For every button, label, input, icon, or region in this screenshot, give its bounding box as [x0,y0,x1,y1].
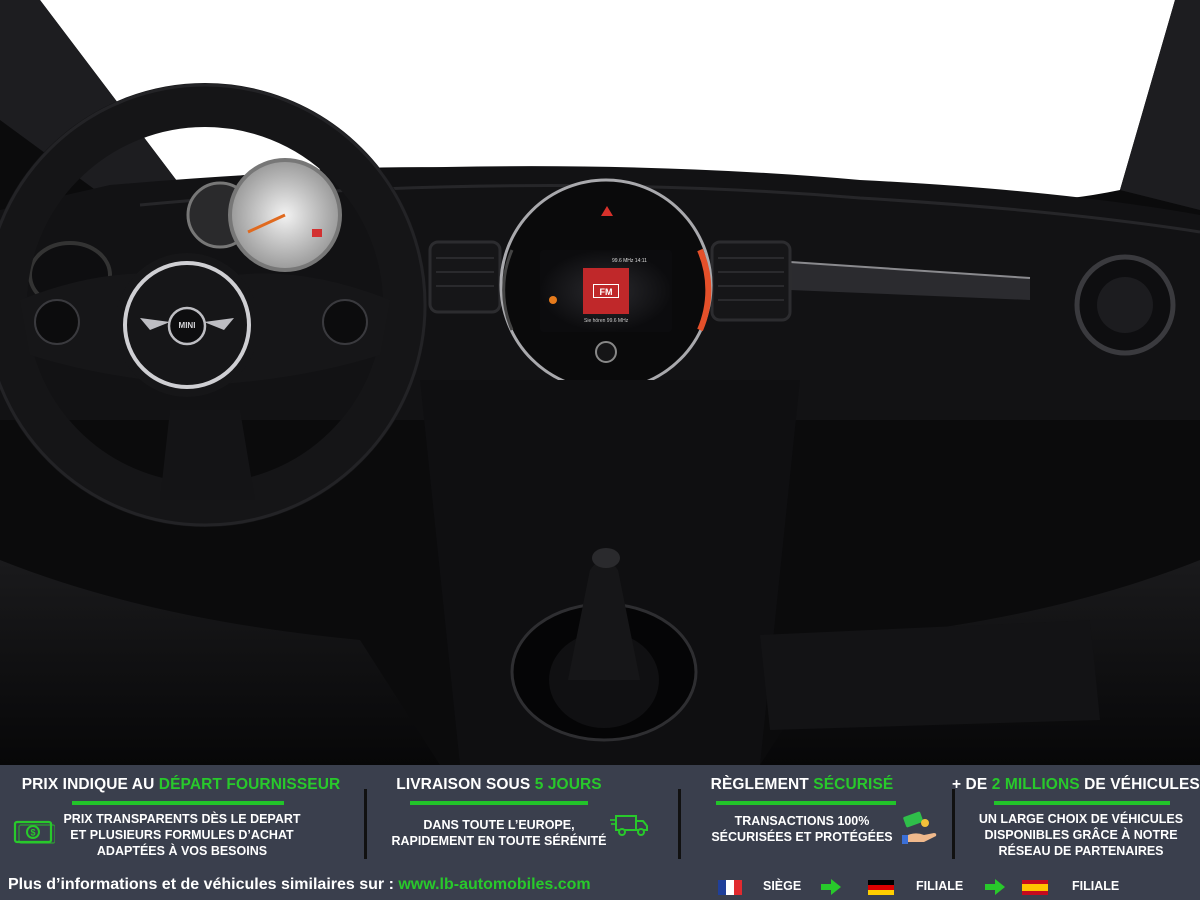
france-flag-icon [718,880,742,895]
spain-flag-icon [1022,880,1048,895]
price-line1: PRIX TRANSPARENTS DÈS LE DEPART [63,812,301,826]
delivery-title-underline [410,801,588,805]
price-title-highlight: DÉPART FOURNISSEUR [158,776,341,793]
hq-label: SIÈGE [763,879,802,893]
dealer-banner: PRIX INDIQUE AU DÉPART FOURNISSEUR $ PRI… [0,765,1200,900]
car-interior-photo: MINI FM 99.6 MHz 14:11 Sie hören 99.6 MH… [0,0,1200,765]
page: MINI FM 99.6 MHz 14:11 Sie hören 99.6 MH… [0,0,1200,900]
vehicles-line1: UN LARGE CHOIX DE VÉHICULES [978,812,1184,826]
banner-col-delivery: LIVRAISON SOUS 5 JOURS DANS TOUTE L’EURO… [368,765,630,869]
vehicles-title-underline [994,801,1170,805]
payment-text: TRANSACTIONS 100% SÉCURISÉES ET PROTÉGÉE… [682,813,922,845]
vehicles-title: + DE 2 MILLIONS DE VÉHICULES [952,776,1200,794]
payment-hand-icon [900,811,940,850]
price-line2: ET PLUSIEURS FORMULES D’ACHAT [70,828,294,842]
delivery-text: DANS TOUTE L’EUROPE, RAPIDEMENT EN TOUTE… [368,817,630,849]
delivery-title-part1: LIVRAISON SOUS [396,776,535,793]
vehicles-text: UN LARGE CHOIX DE VÉHICULES DISPONIBLES … [956,811,1200,859]
vehicles-title-highlight: 2 MILLIONS [991,776,1080,793]
delivery-line1: DANS TOUTE L’EUROPE, [423,818,575,832]
svg-text:$: $ [30,828,35,838]
banner-footer: Plus d’informations et de véhicules simi… [0,869,1200,900]
delivery-line2: RAPIDEMENT EN TOUTE SÉRÉNITÉ [391,834,607,848]
germany-flag-icon [868,880,894,895]
price-title: PRIX INDIQUE AU DÉPART FOURNISSEUR [0,776,362,794]
footer-website-link[interactable]: www.lb-automobiles.com [398,876,590,893]
delivery-title-highlight: 5 JOURS [534,776,602,793]
steering-logo-text: MINI [178,321,196,330]
price-text: PRIX TRANSPARENTS DÈS LE DEPART ET PLUSI… [62,811,302,859]
screen-status-text: 99.6 MHz 14:11 [612,258,647,264]
price-line3: ADAPTÉES À VOS BESOINS [96,844,268,858]
payment-title: RÈGLEMENT SÉCURISÉ [682,776,922,794]
payment-line1: TRANSACTIONS 100% [734,814,870,828]
banner-separator-2 [678,789,681,859]
arrow-right-icon [820,878,842,900]
footer-info-text: Plus d’informations et de véhicules simi… [8,876,399,893]
vehicles-line3: RÉSEAU DE PARTENAIRES [998,844,1164,858]
banner-col-payment: RÈGLEMENT SÉCURISÉ TRANSACTIONS 100% SÉC… [682,765,920,869]
banner-col-price: PRIX INDIQUE AU DÉPART FOURNISSEUR $ PRI… [0,765,362,869]
payment-title-highlight: SÉCURISÉ [813,776,894,793]
payment-title-part1: RÈGLEMENT [710,776,814,793]
price-title-underline [72,801,284,805]
screen-caption-text: Sie hören 99.6 MHz [584,318,629,324]
germany-branch-label: FILIALE [916,879,964,893]
footer-info: Plus d’informations et de véhicules simi… [8,876,591,894]
banner-separator-3 [952,789,955,859]
delivery-truck-icon [610,812,650,843]
delivery-title: LIVRAISON SOUS 5 JOURS [368,776,630,794]
banner-col-vehicles: + DE 2 MILLIONS DE VÉHICULES UN LARGE CH… [952,765,1200,869]
money-icon: $ [13,819,56,850]
arrow-right-icon [984,878,1006,900]
payment-title-underline [716,801,896,805]
vehicles-title-part3: DE VÉHICULES [1079,776,1200,793]
spain-branch-label: FILIALE [1072,879,1120,893]
vehicles-title-part1: + DE [952,776,992,793]
screen-badge: FM [593,284,619,298]
banner-separator-1 [364,789,367,859]
price-title-part1: PRIX INDIQUE AU [21,776,159,793]
vehicles-line2: DISPONIBLES GRÂCE À NOTRE [984,828,1178,842]
payment-line2: SÉCURISÉES ET PROTÉGÉES [711,830,893,844]
